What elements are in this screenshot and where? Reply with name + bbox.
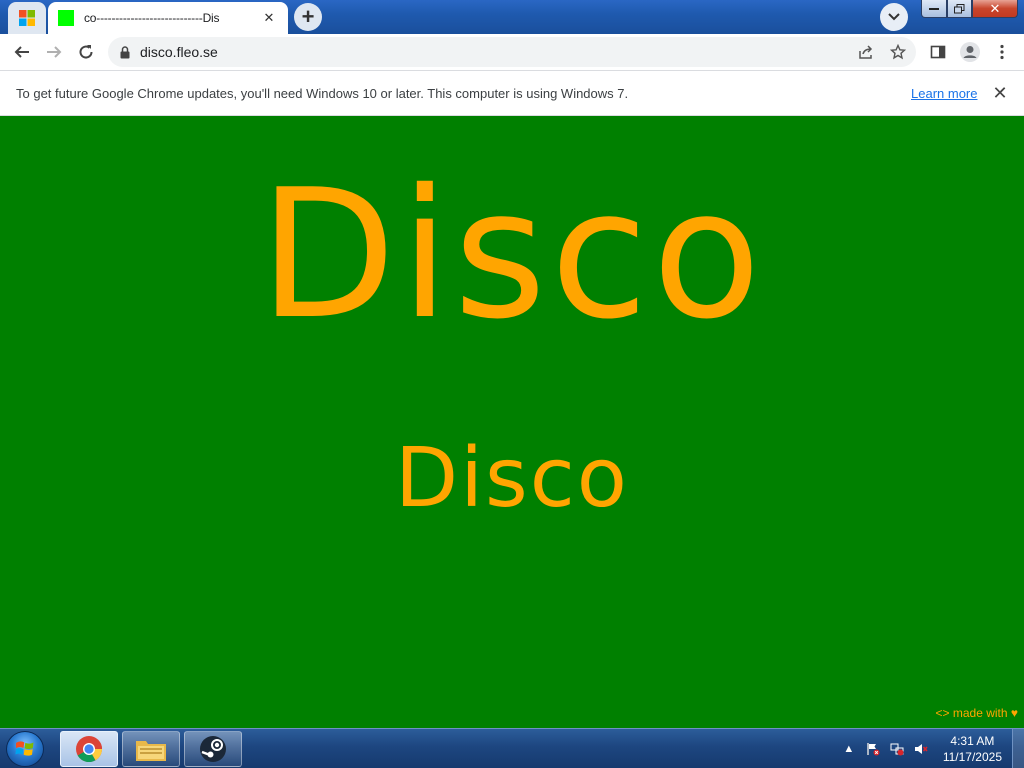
forward-arrow-icon (47, 46, 62, 58)
clock-time: 4:31 AM (950, 734, 995, 748)
url-text: disco.fleo.se (140, 44, 218, 60)
taskbar-explorer[interactable] (122, 731, 180, 767)
browser-tab[interactable]: co----------------------------Dis ✕ (48, 2, 288, 34)
side-panel-button[interactable] (924, 38, 952, 66)
side-panel-icon (930, 45, 946, 59)
folder-icon (136, 741, 166, 761)
forward-button[interactable] (40, 38, 68, 66)
reload-button[interactable] (72, 38, 100, 66)
title-bar: co----------------------------Dis ✕ + ✕ (0, 0, 1024, 34)
page-subheading: Disco (395, 431, 629, 526)
volume-muted-icon[interactable] (913, 741, 929, 757)
taskbar-chrome[interactable] (60, 731, 118, 767)
system-tray: ▲ 4:31 AM 11/17/2025 (837, 729, 1024, 768)
page-heading: Disco (258, 151, 766, 358)
system-clock[interactable]: 4:31 AM 11/17/2025 (943, 733, 1002, 765)
action-center-flag-icon[interactable] (865, 741, 881, 757)
restore-button[interactable] (947, 0, 972, 18)
web-page: Disco Disco <> made with ♥ (0, 116, 1024, 728)
bookmark-button[interactable] (884, 38, 912, 66)
chrome-icon (76, 736, 103, 763)
lock-icon (120, 45, 130, 58)
learn-more-link[interactable]: Learn more (911, 86, 977, 101)
back-arrow-icon (14, 46, 29, 58)
windows-flag-icon (15, 741, 34, 756)
close-window-button[interactable]: ✕ (972, 0, 1018, 18)
share-icon (859, 45, 873, 59)
update-infobar: To get future Google Chrome updates, you… (0, 71, 1024, 116)
show-hidden-icons-icon[interactable]: ▲ (841, 741, 857, 757)
taskbar-steam[interactable] (184, 731, 242, 767)
minimize-button[interactable] (921, 0, 947, 18)
menu-button[interactable] (988, 38, 1016, 66)
star-icon (890, 44, 906, 60)
green-favicon-icon (58, 10, 74, 26)
clock-date: 11/17/2025 (942, 750, 1002, 764)
profile-avatar-icon (960, 42, 980, 62)
infobar-message: To get future Google Chrome updates, you… (16, 86, 629, 101)
profile-button[interactable] (956, 38, 984, 66)
chevron-down-icon (888, 13, 900, 21)
browser-toolbar: disco.fleo.se (0, 34, 1024, 71)
windows-taskbar: ▲ 4:31 AM 11/17/2025 (0, 728, 1024, 768)
windows-logo-icon[interactable] (8, 2, 46, 34)
share-button[interactable] (852, 38, 880, 66)
kebab-menu-icon (1000, 44, 1004, 60)
tab-title: co----------------------------Dis (84, 11, 220, 25)
network-icon[interactable] (889, 741, 905, 757)
reload-icon (79, 45, 93, 59)
show-desktop-button[interactable] (1012, 729, 1024, 768)
address-bar[interactable]: disco.fleo.se (108, 37, 916, 67)
new-tab-button[interactable]: + (294, 3, 322, 31)
tab-search-button[interactable] (880, 3, 908, 31)
made-with-footer[interactable]: <> made with ♥ (936, 706, 1019, 720)
window-controls: ✕ (921, 0, 1018, 18)
close-infobar-icon[interactable]: ✕ (990, 83, 1010, 103)
steam-icon (200, 736, 226, 762)
start-button[interactable] (6, 731, 44, 767)
close-tab-icon[interactable]: ✕ (260, 9, 278, 27)
back-button[interactable] (8, 38, 36, 66)
